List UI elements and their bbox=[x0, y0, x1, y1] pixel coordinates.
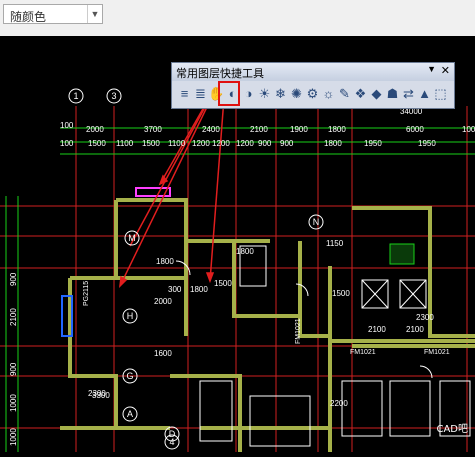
layer-restore-icon[interactable]: ▲ bbox=[416, 85, 433, 102]
dim-text: 1100 bbox=[168, 139, 186, 148]
axis-bubble-label: 3 bbox=[111, 91, 116, 101]
room-label: FM1021 bbox=[424, 349, 450, 356]
layer-off-icon[interactable]: ◑ bbox=[240, 85, 257, 102]
axis-bubble-label: N bbox=[313, 217, 320, 227]
dim-text: 300 bbox=[168, 285, 182, 294]
room-label: FM1021 bbox=[295, 318, 302, 344]
axis-bubble-label: 1 bbox=[73, 91, 78, 101]
close-icon[interactable]: ✕ bbox=[441, 64, 450, 77]
drawing-canvas[interactable]: 135791216NMHGA4D 34000100200037002400210… bbox=[0, 36, 475, 452]
layer-copy-icon[interactable]: ❖ bbox=[352, 85, 369, 102]
dim-text: 2000 bbox=[154, 297, 172, 306]
layer-change-icon[interactable]: ✎ bbox=[336, 85, 353, 102]
menu-icon[interactable]: ▼ bbox=[427, 64, 436, 74]
layer-walk-icon[interactable]: ⇄ bbox=[400, 85, 417, 102]
color-select[interactable]: 随颜色 ▼ bbox=[3, 4, 103, 24]
layer-delete-icon[interactable]: ☗ bbox=[384, 85, 401, 102]
dim-text: 1900 bbox=[290, 125, 308, 134]
dim-text: 1000 bbox=[9, 428, 18, 446]
dim-text: 2300 bbox=[88, 389, 106, 398]
dim-text: 900 bbox=[280, 139, 294, 148]
dim-text: 900 bbox=[9, 272, 18, 286]
layer-all-on-icon[interactable]: ⬚ bbox=[432, 85, 449, 102]
room-label: FM1021 bbox=[350, 349, 376, 356]
dim-text: 1500 bbox=[332, 289, 350, 298]
dim-text: 6000 bbox=[406, 125, 424, 134]
color-select-value: 随颜色 bbox=[10, 10, 47, 24]
dim-text: 1800 bbox=[156, 257, 174, 266]
dim-text: 1150 bbox=[326, 239, 344, 248]
layer-freeze-icon[interactable]: ❄ bbox=[272, 85, 289, 102]
toolbar-titlebar[interactable]: 常用图层快捷工具 ▼ ✕ bbox=[172, 63, 454, 81]
dim-text: 1500 bbox=[142, 139, 160, 148]
axis-bubble-label: M bbox=[128, 233, 136, 243]
dim-text: 1200 bbox=[212, 139, 230, 148]
highlight-box bbox=[218, 81, 240, 106]
dim-text: 1000 bbox=[9, 394, 18, 412]
dim-text: 100 bbox=[60, 121, 74, 130]
dim-text: 100 bbox=[60, 139, 74, 148]
dim-text: 900 bbox=[9, 362, 18, 376]
toolbar-title: 常用图层快捷工具 bbox=[176, 67, 264, 80]
layer-prev-icon[interactable]: ≣ bbox=[192, 85, 209, 102]
dim-text: 2100 bbox=[250, 125, 268, 134]
watermark: CAD吧 bbox=[436, 424, 468, 435]
axis-bubble-label: D bbox=[169, 429, 176, 439]
layer-properties-bar: 随颜色 ▼ bbox=[0, 0, 475, 36]
dim-text: 2400 bbox=[202, 125, 220, 134]
dim-text: 2100 bbox=[406, 325, 424, 334]
dim-text: 1950 bbox=[364, 139, 382, 148]
dim-text: 1800 bbox=[328, 125, 346, 134]
room-label: PG2115 bbox=[83, 281, 90, 306]
dim-text: 1500 bbox=[214, 279, 232, 288]
dim-text: 1800 bbox=[236, 247, 254, 256]
layer-lock-icon[interactable]: ⚙ bbox=[304, 85, 321, 102]
layer-toolbar-panel[interactable]: 常用图层快捷工具 ▼ ✕ ≡ ≣ ✋ ◐ ◑ ☀ ❄ ✺ ⚙ ☼ ✎ ❖ ◆ ☗ ⇄ ▲ ⬚ bbox=[171, 62, 455, 109]
axis-bubble-label: G bbox=[126, 371, 133, 381]
dim-text: 2100 bbox=[9, 308, 18, 326]
dim-text: 1200 bbox=[236, 139, 254, 148]
layer-on-icon[interactable]: ☀ bbox=[256, 85, 273, 102]
dim-text: 2200 bbox=[330, 399, 348, 408]
dim-text: 1500 bbox=[88, 139, 106, 148]
dim-text: 1200 bbox=[192, 139, 210, 148]
dim-text: 2300 bbox=[416, 313, 434, 322]
dim-text: 2000 bbox=[86, 125, 104, 134]
axis-bubble-label: A bbox=[127, 409, 133, 419]
dim-text: 900 bbox=[258, 139, 272, 148]
axis-bubble-label: H bbox=[127, 311, 134, 321]
layer-unlock-icon[interactable]: ☼ bbox=[320, 85, 337, 102]
dim-text: 1800 bbox=[190, 285, 208, 294]
dim-text: 100 bbox=[462, 125, 475, 134]
dim-text: 1100 bbox=[116, 139, 134, 148]
dim-text: 1800 bbox=[324, 139, 342, 148]
layer-thaw-icon[interactable]: ✺ bbox=[288, 85, 305, 102]
dim-text: 1950 bbox=[418, 139, 436, 148]
chevron-down-icon[interactable]: ▼ bbox=[87, 5, 102, 23]
dim-text: 2100 bbox=[368, 325, 386, 334]
dim-text: 1600 bbox=[154, 349, 172, 358]
layer-stack-icon[interactable]: ≡ bbox=[176, 85, 193, 102]
layer-merge-icon[interactable]: ◆ bbox=[368, 85, 385, 102]
dim-text: 3700 bbox=[144, 125, 162, 134]
